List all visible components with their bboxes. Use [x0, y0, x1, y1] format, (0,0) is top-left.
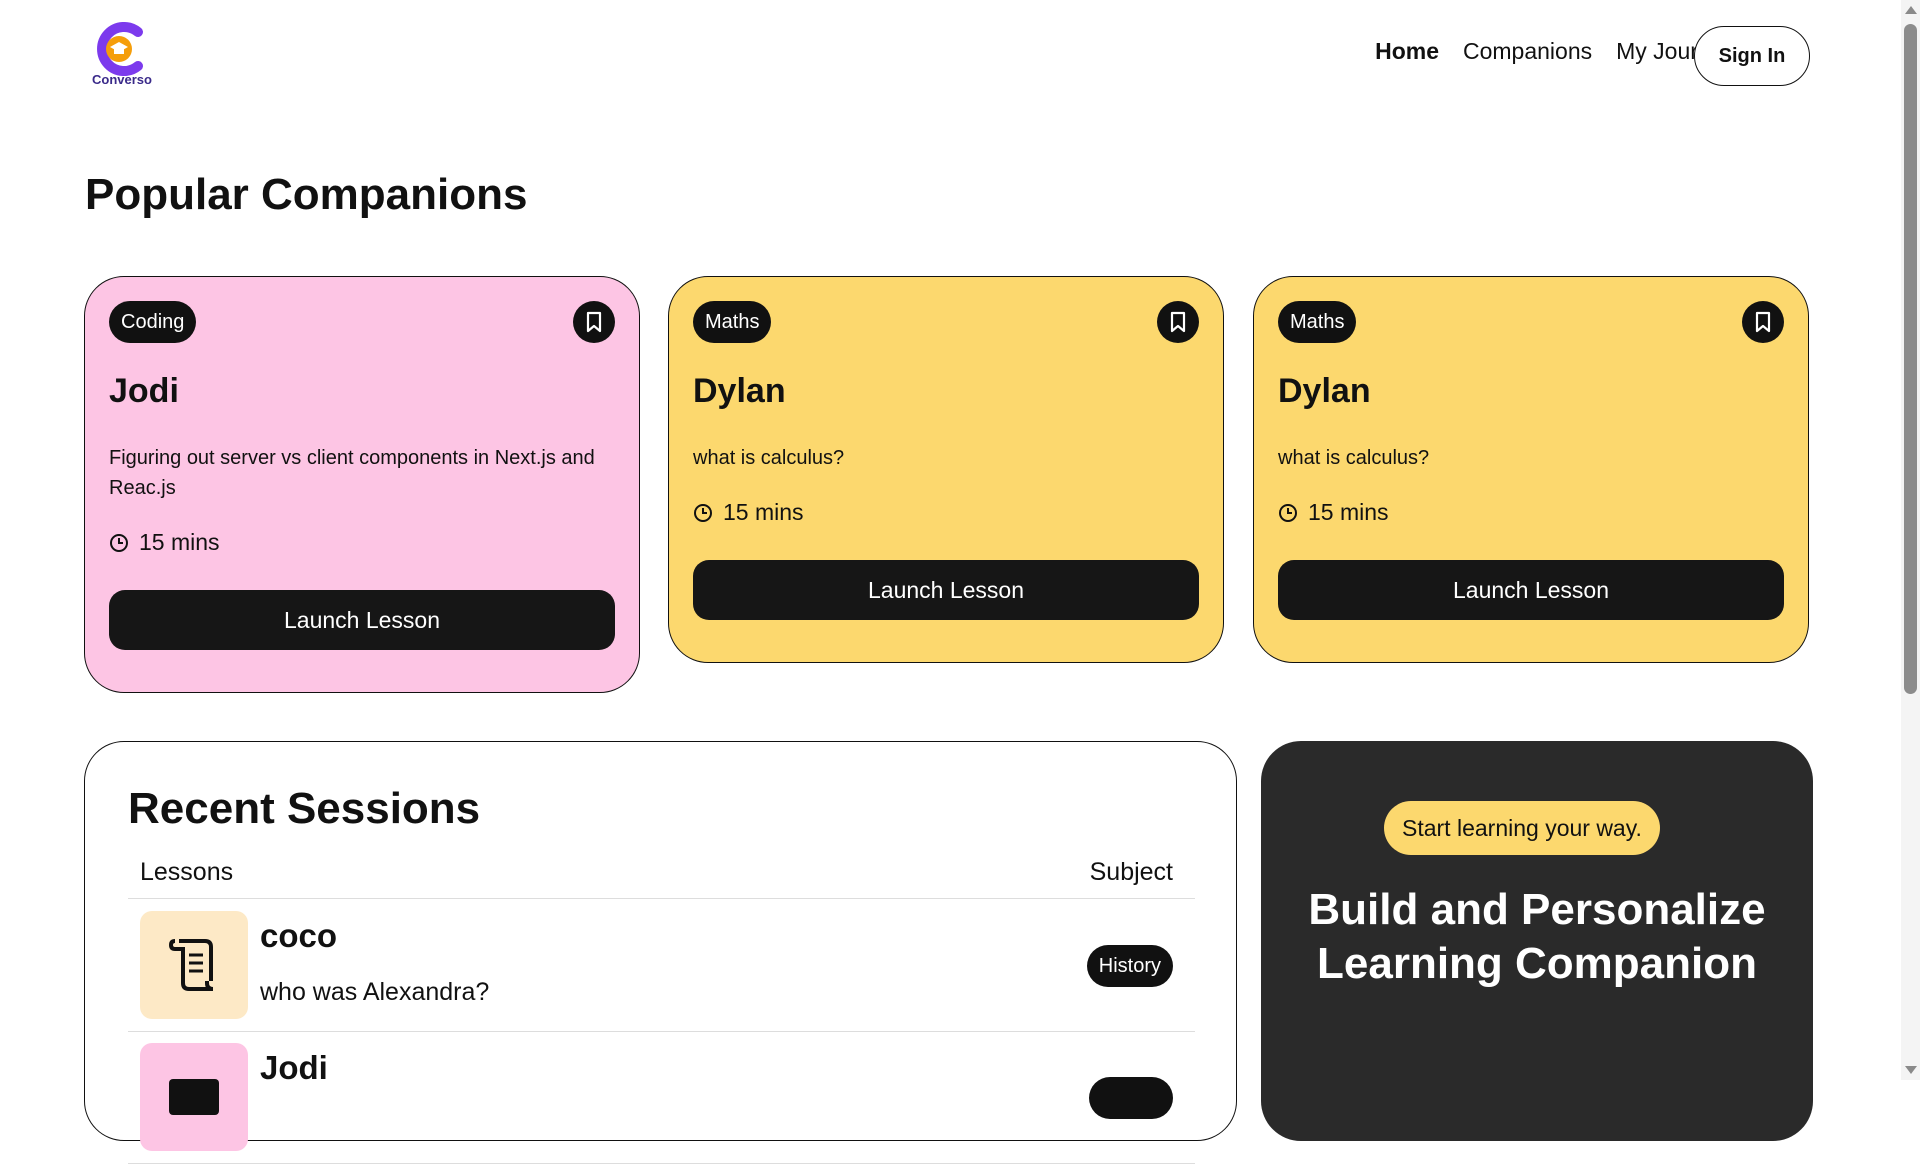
lesson-icon — [140, 1043, 248, 1151]
nav-link-home[interactable]: Home — [1375, 38, 1439, 65]
popular-companions-title: Popular Companions — [85, 170, 528, 219]
cta-panel: Start learning your way. Build and Perso… — [1261, 741, 1813, 1141]
launch-lesson-button[interactable]: Launch Lesson — [693, 560, 1199, 620]
subject-badge: Maths — [693, 301, 772, 343]
duration-text: 15 mins — [1308, 499, 1389, 525]
lesson-name: Jodi — [260, 1049, 328, 1086]
bookmark-button[interactable] — [1157, 301, 1199, 343]
duration-text: 15 mins — [723, 499, 804, 525]
companion-name: Dylan — [693, 372, 786, 410]
companion-name: Dylan — [1278, 372, 1371, 410]
logo-icon — [97, 22, 143, 76]
scroll-down-arrow[interactable] — [1905, 1066, 1917, 1074]
scroll-icon — [169, 939, 214, 991]
companion-name: Jodi — [109, 372, 179, 410]
nav-links: Home Companions My Journey — [1375, 38, 1735, 65]
lesson-topic: who was Alexandra? — [260, 978, 490, 1006]
code-icon — [169, 1079, 219, 1115]
subject-badge — [1089, 1077, 1173, 1119]
nav-link-companions[interactable]: Companions — [1463, 38, 1592, 65]
recent-sessions-title: Recent Sessions — [128, 784, 481, 833]
lesson-icon — [140, 911, 248, 1019]
brand-name: Converso — [92, 72, 152, 87]
converso-logo[interactable]: Converso — [86, 22, 158, 92]
subject-badge: History — [1086, 945, 1173, 987]
bookmark-icon — [1170, 311, 1186, 333]
column-header-lessons: Lessons — [140, 858, 234, 886]
scrollbar-thumb[interactable] — [1904, 24, 1917, 694]
companion-card: Maths Dylan what is calculus? 15 mins La… — [668, 276, 1224, 663]
companion-topic: what is calculus? — [1278, 447, 1430, 469]
clock-icon — [110, 533, 128, 552]
cta-title: Build and Personalize Learning Companion — [1308, 885, 1766, 988]
table-header: Lessons Subject — [128, 852, 1195, 899]
bookmark-icon — [1755, 311, 1771, 333]
duration: 15 mins — [1278, 499, 1784, 526]
navbar: Converso Home Companions My Journey Sign… — [0, 0, 1901, 116]
recent-sessions-panel: Recent Sessions Lessons Subject coco who… — [84, 741, 1237, 1164]
companion-card: Maths Dylan what is calculus? 15 mins La… — [1253, 276, 1809, 663]
subject-badge: Maths — [1278, 301, 1357, 343]
companion-topic: what is calculus? — [693, 447, 845, 469]
companion-card: Coding Jodi Figuring out server vs clien… — [84, 276, 640, 693]
cta-pill: Start learning your way. — [1384, 801, 1660, 855]
companion-topic: Figuring out server vs client components… — [109, 447, 595, 499]
bookmark-icon — [586, 311, 602, 333]
duration-text: 15 mins — [139, 529, 220, 555]
duration: 15 mins — [109, 529, 615, 556]
clock-icon — [1279, 503, 1297, 522]
subject-badge: Coding — [109, 301, 197, 343]
table-row[interactable]: coco who was Alexandra? History — [128, 899, 1195, 1032]
launch-lesson-button[interactable]: Launch Lesson — [1278, 560, 1784, 620]
column-header-subject: Subject — [1089, 858, 1173, 886]
bookmark-button[interactable] — [573, 301, 615, 343]
duration: 15 mins — [693, 499, 1199, 526]
sign-in-button[interactable]: Sign In — [1694, 26, 1810, 86]
table-row[interactable]: Jodi — [128, 1031, 1195, 1164]
clock-icon — [694, 503, 712, 522]
lesson-name: coco — [260, 917, 338, 954]
scrollbar[interactable] — [1901, 0, 1920, 1080]
bookmark-button[interactable] — [1742, 301, 1784, 343]
launch-lesson-button[interactable]: Launch Lesson — [109, 590, 615, 650]
scroll-up-arrow[interactable] — [1905, 6, 1917, 14]
